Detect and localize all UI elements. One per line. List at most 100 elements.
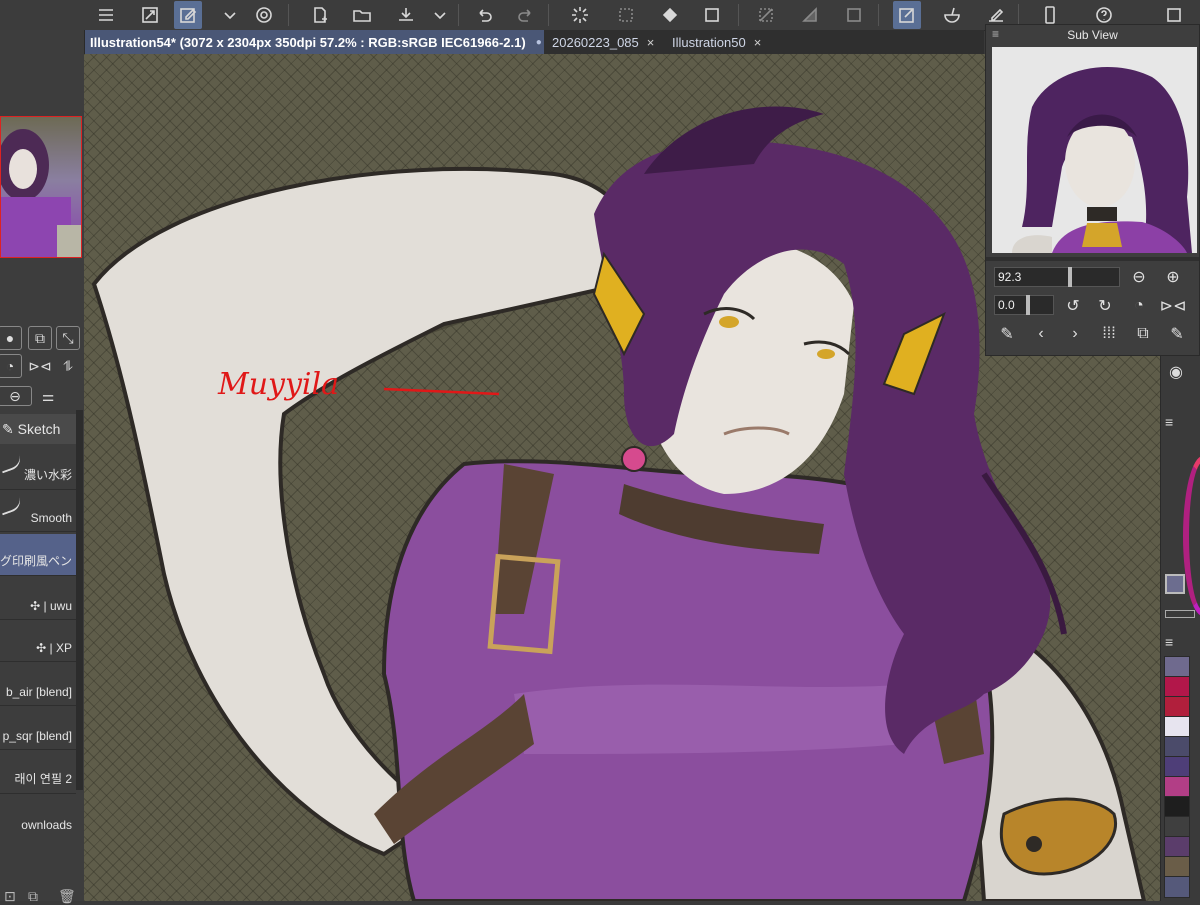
edit-icon[interactable]: ✎ [1166,323,1188,345]
tab-20260223[interactable]: 20260223_085 × [546,30,664,54]
resize-icon[interactable]: ⤡ [56,326,80,350]
grid-icon[interactable]: ⁞⁞⁞ [1098,323,1120,345]
previous-icon[interactable]: ‹ [1030,323,1052,345]
palette-swatch[interactable] [1164,656,1190,678]
redo-icon[interactable] [512,1,540,29]
brush-item[interactable]: p_sqr [blend] [0,708,76,750]
sub-view-title: Sub View [1067,28,1118,42]
bowl-icon[interactable] [938,1,966,29]
brush-label: p_sqr [blend] [2,729,72,743]
tab-label: Illustration54* (3072 x 2304px 350dpi 57… [90,34,526,50]
color-wheel[interactable] [1183,456,1200,616]
panel-menu-icon[interactable]: ≡ [1165,414,1173,430]
palette-swatch[interactable] [1164,756,1190,778]
eye-icon[interactable]: ◉ [1169,362,1183,382]
brush-item[interactable]: ✣ | uwu [0,578,76,620]
next-icon[interactable]: › [1064,323,1086,345]
brush-label: ✣ | uwu [30,599,72,613]
artist-signature: Muyyila [217,367,339,402]
brush-label: 래이 연필 2 [14,772,72,786]
palette-swatch[interactable] [1164,736,1190,758]
invert-icon[interactable] [796,1,824,29]
palette-menu-icon[interactable]: ≡ [1165,634,1173,650]
brush-item[interactable]: b_air [blend] [0,664,76,706]
copy-icon[interactable]: ⧉ [28,326,52,350]
spiral-icon[interactable] [250,1,278,29]
tab-label: 20260223_085 [552,34,639,50]
pencil-icon: ✎ [2,420,18,437]
zoom-out-icon[interactable]: ⊖ [1128,266,1150,288]
palette-swatch[interactable] [1164,676,1190,698]
select-all-icon[interactable] [840,1,868,29]
deselect-icon[interactable] [752,1,780,29]
flip-vertical-icon[interactable]: ⥮ [56,354,80,378]
color-toggle-icon[interactable] [1165,610,1195,618]
loading-icon[interactable] [566,1,594,29]
brush-label: b_air [blend] [5,685,72,699]
palette-swatch[interactable] [1164,796,1190,818]
undo-icon[interactable] [470,1,498,29]
eyedropper-icon[interactable]: ✎ [996,323,1018,345]
rotation-slider-handle[interactable] [1026,295,1030,315]
edit-active-icon[interactable] [893,1,921,29]
new-brush-icon[interactable]: ⊡ [4,888,16,905]
import-image-icon[interactable]: ⧉ [1132,323,1154,345]
chevron-down-icon[interactable] [426,1,454,29]
close-icon[interactable]: × [754,35,762,50]
duplicate-icon[interactable]: ⧉ [28,888,38,905]
zoom-input[interactable]: 92.3 [994,267,1120,287]
brush-list-scrollbar[interactable] [76,410,83,790]
rotate-left-icon[interactable]: ↺ [1062,295,1084,317]
link-icon[interactable]: ⊖ [0,386,32,406]
flip-horizontal-icon[interactable]: ⊳⊲ [28,354,52,378]
palette-swatch[interactable] [1164,876,1190,898]
palette-swatch[interactable] [1164,716,1190,738]
tab-illustration54[interactable]: Illustration54* (3072 x 2304px 350dpi 57… [84,30,544,54]
palette-swatch[interactable] [1164,856,1190,878]
open-folder-icon[interactable] [348,1,376,29]
brush-item[interactable]: Smooth [0,490,76,532]
fit-icon[interactable] [136,1,164,29]
brush-item[interactable]: ownloads [0,796,76,838]
sliders-icon[interactable]: ⚌ [36,386,60,406]
toolbar-separator [738,4,739,26]
document-tab-bar: Illustration54* (3072 x 2304px 350dpi 57… [84,30,984,54]
brush-label: グ印刷風ペン [0,554,72,568]
palette-swatch[interactable] [1164,816,1190,838]
close-icon[interactable]: × [647,35,655,50]
navigator-thumbnail[interactable] [0,116,82,258]
sub-view-reference-image[interactable] [992,47,1197,253]
brush-item[interactable]: 濃い水彩 [0,448,76,490]
toolbar-separator [288,4,289,26]
brush-item[interactable]: 래이 연필 2 [0,752,76,794]
transform-icon[interactable] [698,1,726,29]
zoom-slider-handle[interactable] [1068,267,1072,287]
palette-swatch[interactable] [1164,696,1190,718]
clear-icon[interactable] [612,1,640,29]
pen-active-icon[interactable] [174,1,202,29]
toolbar-separator [1018,4,1019,26]
rotate-icon[interactable]: ◔ [0,354,22,378]
brush-label: Smooth [30,511,72,525]
flip-icon[interactable]: ⊳⊲ [1160,295,1187,317]
rotation-input[interactable]: 0.0 [994,295,1054,315]
fill-icon[interactable] [656,1,684,29]
save-icon[interactable] [392,1,420,29]
palette-swatch[interactable] [1164,836,1190,858]
chevron-down-icon[interactable] [216,1,244,29]
toolbar-separator [458,4,459,26]
menu-icon[interactable] [92,1,120,29]
reset-rotation-icon[interactable]: ◔ [1128,295,1150,317]
rotate-right-icon[interactable]: ↻ [1094,295,1116,317]
tab-illustration50[interactable]: Illustration50 × [666,30,784,54]
trash-icon[interactable]: 🗑 [58,888,76,905]
layer-icon[interactable]: ● [0,326,22,350]
brush-item[interactable]: ✣ | XP [0,620,76,662]
main-color-swatch[interactable] [1165,574,1185,594]
palette-swatch[interactable] [1164,776,1190,798]
toolbar-separator [548,4,549,26]
zoom-in-icon[interactable]: ⊕ [1162,266,1184,288]
new-file-icon[interactable] [306,1,334,29]
tab-sketch[interactable]: ✎ Sketch [0,414,76,444]
brush-item-selected[interactable]: グ印刷風ペン [0,534,76,576]
